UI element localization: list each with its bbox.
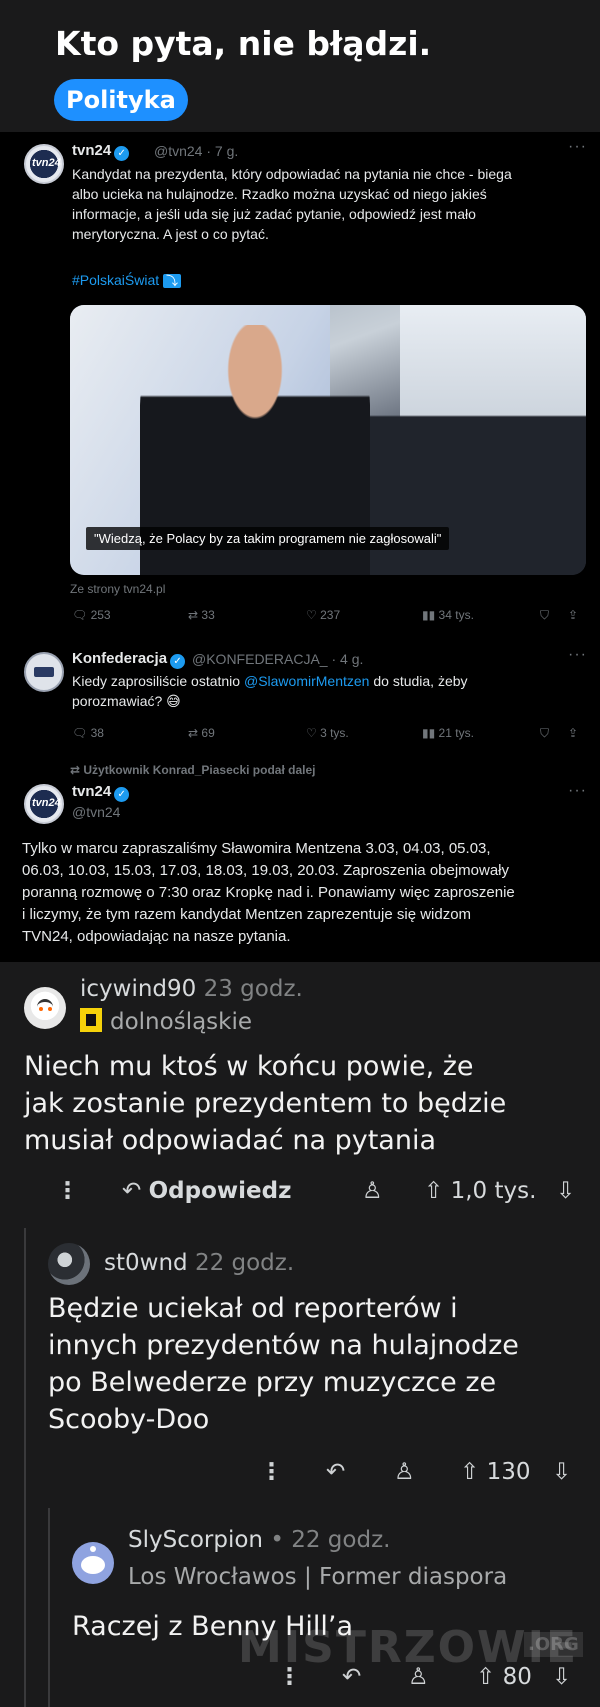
username[interactable]: SlyScorpion <box>128 1527 263 1553</box>
watermark-org: .ORG <box>524 1632 583 1657</box>
username[interactable]: st0wnd <box>104 1250 188 1276</box>
comment1-body: Niech mu ktoś w końcu powie, że jak zost… <box>24 1051 507 1156</box>
upvote-icon: ⇧ <box>476 1664 496 1690</box>
vote-count: 130 <box>486 1459 531 1485</box>
comment-time: 23 godz. <box>203 976 303 1002</box>
award-icon[interactable]: ♙ <box>408 1664 429 1690</box>
repost-count[interactable]: ⇄ 33 <box>188 608 215 622</box>
tweet3-handle: @tvn24 <box>72 804 121 820</box>
award-icon[interactable]: ♙ <box>394 1459 415 1485</box>
comment-time: 22 godz. <box>291 1527 391 1553</box>
bookmark-icon[interactable]: ⛉ <box>540 608 549 623</box>
verified-icon: ✓ <box>170 654 186 669</box>
repost-note: ⇄ Użytkownik Konrad_Piasecki podał dalej <box>70 763 316 777</box>
comment-time: 22 godz. <box>194 1250 295 1276</box>
photo-caption: "Wiedzą, że Polacy by za takim programem… <box>86 527 450 550</box>
vote-count: 1,0 tys. <box>450 1178 537 1204</box>
more-dots-icon[interactable]: ··· <box>568 138 587 156</box>
comment1-author: icywind90 23 godz. <box>80 976 303 1002</box>
mention-link[interactable]: @SlawomirMentzen <box>244 673 369 689</box>
more-dots-icon[interactable]: ··· <box>568 782 587 800</box>
user-avatar[interactable] <box>24 987 66 1029</box>
reply-button[interactable]: ↶ Odpowiedz <box>122 1178 291 1204</box>
award-icon[interactable]: ♙ <box>362 1178 383 1204</box>
like-count[interactable]: ♡ 237 <box>306 608 340 622</box>
tweet1-handle-time: @tvn24 · 7 g. <box>154 143 239 159</box>
reply-count[interactable]: 🗨 253 <box>72 608 111 622</box>
reply-count[interactable]: 🗨 38 <box>72 726 104 740</box>
downvote-icon[interactable]: ⇩ <box>552 1459 571 1485</box>
user-flair: Los Wrocławos | Former diaspora <box>128 1564 508 1590</box>
konfederacja-avatar <box>24 652 64 692</box>
bookmark-icon[interactable]: ⛉ <box>540 726 549 741</box>
downvote-icon[interactable]: ⇩ <box>556 1178 575 1204</box>
more-dots-icon[interactable]: ⋮ <box>56 1178 79 1204</box>
upvote-button[interactable]: ⇧ 1,0 tys. <box>424 1178 536 1204</box>
like-count[interactable]: ♡ 3 tys. <box>306 726 349 740</box>
tweet-screenshot: tvn24 tvn24 ✓ @tvn24 · 7 g. ··· Kandydat … <box>0 132 600 962</box>
vote-count: 80 <box>502 1664 532 1690</box>
upvote-icon: ⇧ <box>460 1459 480 1485</box>
upvote-button[interactable]: ⇧ 130 <box>460 1459 531 1485</box>
comment3-author: SlyScorpion • 22 godz. <box>128 1527 391 1553</box>
share-icon[interactable]: ⇪ <box>568 726 578 740</box>
verified-icon: ✓ <box>114 146 130 161</box>
tweet3-author: tvn24 ✓ <box>72 783 130 802</box>
user-flair: dolnośląskie <box>80 1008 252 1035</box>
post-title: Kto pyta, nie błądzi. <box>55 24 432 63</box>
tvn24-avatar: tvn24 <box>24 144 64 184</box>
views-count[interactable]: ▮▮ 21 tys. <box>422 726 474 740</box>
tweet1-hashtag[interactable]: #PolskaiŚwiat ⤵ <box>72 270 182 291</box>
username[interactable]: icywind90 <box>80 976 196 1002</box>
views-count[interactable]: ▮▮ 34 tys. <box>422 608 474 622</box>
more-dots-icon[interactable]: ⋮ <box>260 1459 283 1485</box>
upvote-button[interactable]: ⇧ 80 <box>476 1664 532 1690</box>
upvote-icon: ⇧ <box>424 1178 444 1204</box>
tweet1-metrics: 🗨 253 ⇄ 33 ♡ 237 ▮▮ 34 tys. ⛉ ⇪ <box>0 608 600 628</box>
tweet2-handle-time: @KONFEDERACJA_ · 4 g. <box>192 651 364 667</box>
reply-arrow-icon: ↶ <box>122 1178 142 1204</box>
user-avatar[interactable] <box>72 1542 114 1584</box>
comment3-actions: ⋮ ↶ ♙ ⇧ 80 ⇩ <box>0 1664 600 1698</box>
tweet1-text: Kandydat na prezydenta, który odpowiadać… <box>72 166 512 242</box>
user-avatar[interactable] <box>48 1243 90 1285</box>
comment2-body: Będzie uciekał od reporterów i innych pr… <box>48 1293 519 1435</box>
tweet1-author: tvn24 ✓ <box>72 142 130 161</box>
downvote-icon[interactable]: ⇩ <box>552 1664 571 1690</box>
reply-arrow-icon[interactable]: ↶ <box>326 1459 345 1485</box>
tweet3-text: Tylko w marcu zapraszaliśmy Sławomira Me… <box>22 840 515 945</box>
tweet2-metrics: 🗨 38 ⇄ 69 ♡ 3 tys. ▮▮ 21 tys. ⛉ ⇪ <box>0 726 600 746</box>
verified-icon: ✓ <box>114 787 130 802</box>
flair-icon <box>80 1008 102 1032</box>
category-tag[interactable]: Polityka <box>54 79 188 121</box>
comment2-author: st0wnd 22 godz. <box>104 1250 294 1276</box>
reply-arrow-icon[interactable]: ↶ <box>342 1664 361 1690</box>
more-dots-icon[interactable]: ··· <box>568 646 587 664</box>
comment2-actions: ⋮ ↶ ♙ ⇧ 130 ⇩ <box>0 1459 600 1493</box>
tweet1-source[interactable]: Ze strony tvn24.pl <box>70 582 165 596</box>
tweet1-photo[interactable]: "Wiedzą, że Polacy by za takim programem… <box>70 305 586 575</box>
tweet2-text: Kiedy zaprosiliście ostatnio @SlawomirMe… <box>72 673 468 709</box>
comment1-actions: ⋮ ↶ Odpowiedz ♙ ⇧ 1,0 tys. ⇩ <box>0 1178 600 1212</box>
more-dots-icon[interactable]: ⋮ <box>278 1664 301 1690</box>
repost-count[interactable]: ⇄ 69 <box>188 726 215 740</box>
share-icon[interactable]: ⇪ <box>568 608 578 622</box>
tweet2-author: Konfederacja ✓ <box>72 650 186 669</box>
tvn24-avatar: tvn24 <box>24 784 64 824</box>
post-header: Kto pyta, nie błądzi. Polityka <box>0 0 600 130</box>
